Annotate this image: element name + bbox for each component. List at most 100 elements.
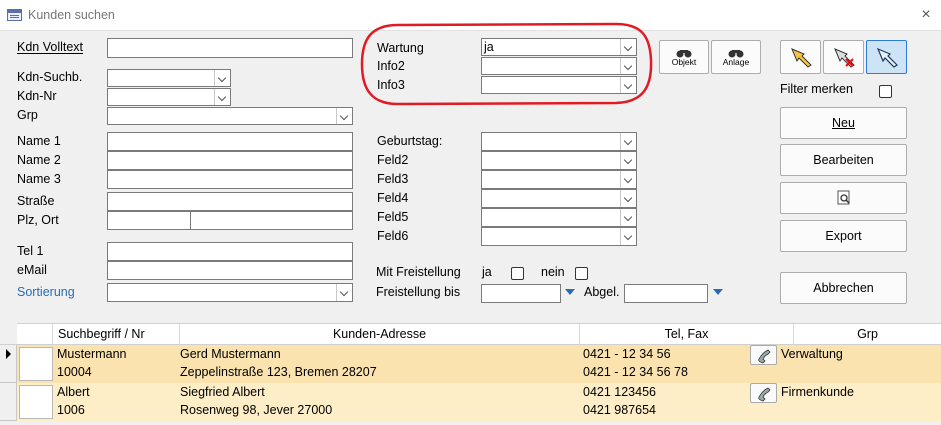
tel: 0421 123456: [583, 385, 656, 399]
label-ja: ja: [482, 265, 492, 279]
label-feld2: Feld2: [377, 153, 409, 167]
chevron-down-icon[interactable]: [214, 89, 230, 105]
phone-button[interactable]: [750, 383, 777, 403]
filter-clear-button[interactable]: [823, 40, 864, 74]
label-filter-merken: Filter merken: [780, 82, 853, 96]
chevron-down-icon[interactable]: [620, 171, 636, 188]
objekt-label: Objekt: [671, 57, 697, 67]
chevron-down-icon[interactable]: [214, 70, 230, 86]
kunden-adresse: Zeppelinstraße 123, Bremen 28207: [180, 365, 377, 379]
export-button[interactable]: Export: [780, 220, 907, 252]
row-image: [19, 385, 53, 419]
geburtstag-combo[interactable]: [481, 132, 637, 151]
feld6-combo[interactable]: [481, 227, 637, 246]
name1-input[interactable]: [107, 132, 353, 151]
abbrechen-label: Abbrechen: [813, 281, 874, 295]
name2-input[interactable]: [107, 151, 353, 170]
filter-toggle-button[interactable]: [866, 40, 907, 74]
label-feld6: Feld6: [377, 229, 409, 243]
feld5-combo[interactable]: [481, 208, 637, 227]
freistellung-nein-checkbox[interactable]: [575, 267, 588, 280]
label-email: eMail: [17, 263, 47, 277]
row-selector[interactable]: [0, 383, 17, 421]
grp: Verwaltung: [781, 347, 843, 361]
label-freistellung-bis: Freistellung bis: [376, 285, 461, 299]
highlight-circle: [360, 22, 653, 106]
label-plz-ort: Plz, Ort: [17, 213, 59, 227]
ort-input[interactable]: [190, 211, 353, 230]
form-icon: [7, 9, 22, 21]
tel: 0421 - 12 34 56: [583, 347, 671, 361]
grid-header-suchbegriff[interactable]: Suchbegriff / Nr: [53, 324, 180, 345]
neu-label: Neu: [832, 116, 855, 130]
feld4-combo[interactable]: [481, 189, 637, 208]
table-row[interactable]: Albert 1006 Siegfried Albert Rosenweg 98…: [0, 383, 941, 421]
table-row[interactable]: Mustermann 10004 Gerd Mustermann Zeppeli…: [0, 345, 941, 383]
grid-header-corner: [0, 323, 17, 345]
neu-button[interactable]: Neu: [780, 107, 907, 139]
feld3-combo[interactable]: [481, 170, 637, 189]
kunden-name: Gerd Mustermann: [180, 347, 281, 361]
strasse-input[interactable]: [107, 192, 353, 211]
print-preview-icon: [837, 190, 850, 205]
freistellung-ja-checkbox[interactable]: [511, 267, 524, 280]
filter-pencil-icon: [790, 48, 812, 68]
objekt-button[interactable]: Objekt: [659, 40, 709, 74]
binoculars-icon: [675, 47, 693, 58]
phone-icon: [758, 349, 771, 364]
label-nein: nein: [541, 265, 565, 279]
filter-merken-checkbox[interactable]: [879, 85, 892, 98]
chevron-down-icon[interactable]: [336, 108, 352, 124]
close-icon[interactable]: ×: [918, 6, 934, 24]
grp: Firmenkunde: [781, 385, 854, 399]
chevron-down-icon[interactable]: [336, 284, 352, 301]
email-input[interactable]: [107, 261, 353, 280]
filter-remove-icon: [833, 48, 855, 68]
kdn-suchb-combo[interactable]: [107, 69, 231, 87]
grid-header-grp[interactable]: Grp: [794, 324, 941, 345]
label-sortierung[interactable]: Sortierung: [17, 285, 75, 300]
chevron-down-icon[interactable]: [620, 228, 636, 245]
chevron-down-icon[interactable]: [620, 209, 636, 226]
kunden-name: Siegfried Albert: [180, 385, 265, 399]
bearbeiten-label: Bearbeiten: [813, 153, 874, 167]
date-picker-icon[interactable]: [563, 285, 578, 300]
fax: 0421 - 12 34 56 78: [583, 365, 688, 379]
label-geburtstag: Geburtstag:: [377, 134, 443, 148]
suchbegriff: Albert: [57, 385, 90, 399]
label-feld3: Feld3: [377, 172, 409, 186]
row-selector[interactable]: [0, 345, 17, 383]
anlage-button[interactable]: Anlage: [711, 40, 761, 74]
chevron-down-icon[interactable]: [620, 133, 636, 150]
chevron-down-icon[interactable]: [620, 190, 636, 207]
phone-button[interactable]: [750, 345, 777, 365]
kdn-volltext-input[interactable]: [107, 38, 353, 58]
label-kdn-volltext: Kdn Volltext: [17, 40, 84, 54]
feld2-combo[interactable]: [481, 151, 637, 170]
label-mit-freistellung: Mit Freistellung: [376, 265, 461, 279]
kdn-nr-combo[interactable]: [107, 88, 231, 106]
label-feld4: Feld4: [377, 191, 409, 205]
label-strasse: Straße: [17, 194, 55, 208]
export-label: Export: [825, 229, 862, 243]
grp-combo[interactable]: [107, 107, 353, 125]
chevron-down-icon[interactable]: [620, 152, 636, 169]
freistellung-bis-input[interactable]: [481, 284, 561, 303]
plz-input[interactable]: [107, 211, 191, 230]
anlage-label: Anlage: [722, 57, 750, 67]
label-name1: Name 1: [17, 134, 61, 148]
date-picker-icon[interactable]: [711, 285, 726, 300]
filter-apply-button[interactable]: [780, 40, 821, 74]
preview-button[interactable]: [780, 182, 907, 214]
name3-input[interactable]: [107, 170, 353, 189]
abbrechen-button[interactable]: Abbrechen: [780, 272, 907, 304]
abgel-input[interactable]: [624, 284, 708, 303]
grid-header-tel[interactable]: Tel, Fax: [580, 324, 794, 345]
label-kdn-nr: Kdn-Nr: [17, 89, 57, 103]
filter-icon: [876, 47, 898, 68]
sortierung-combo[interactable]: [107, 283, 353, 302]
bearbeiten-button[interactable]: Bearbeiten: [780, 144, 907, 176]
grid-header-adresse[interactable]: Kunden-Adresse: [180, 324, 580, 345]
tel1-input[interactable]: [107, 242, 353, 261]
row-image: [19, 347, 53, 381]
